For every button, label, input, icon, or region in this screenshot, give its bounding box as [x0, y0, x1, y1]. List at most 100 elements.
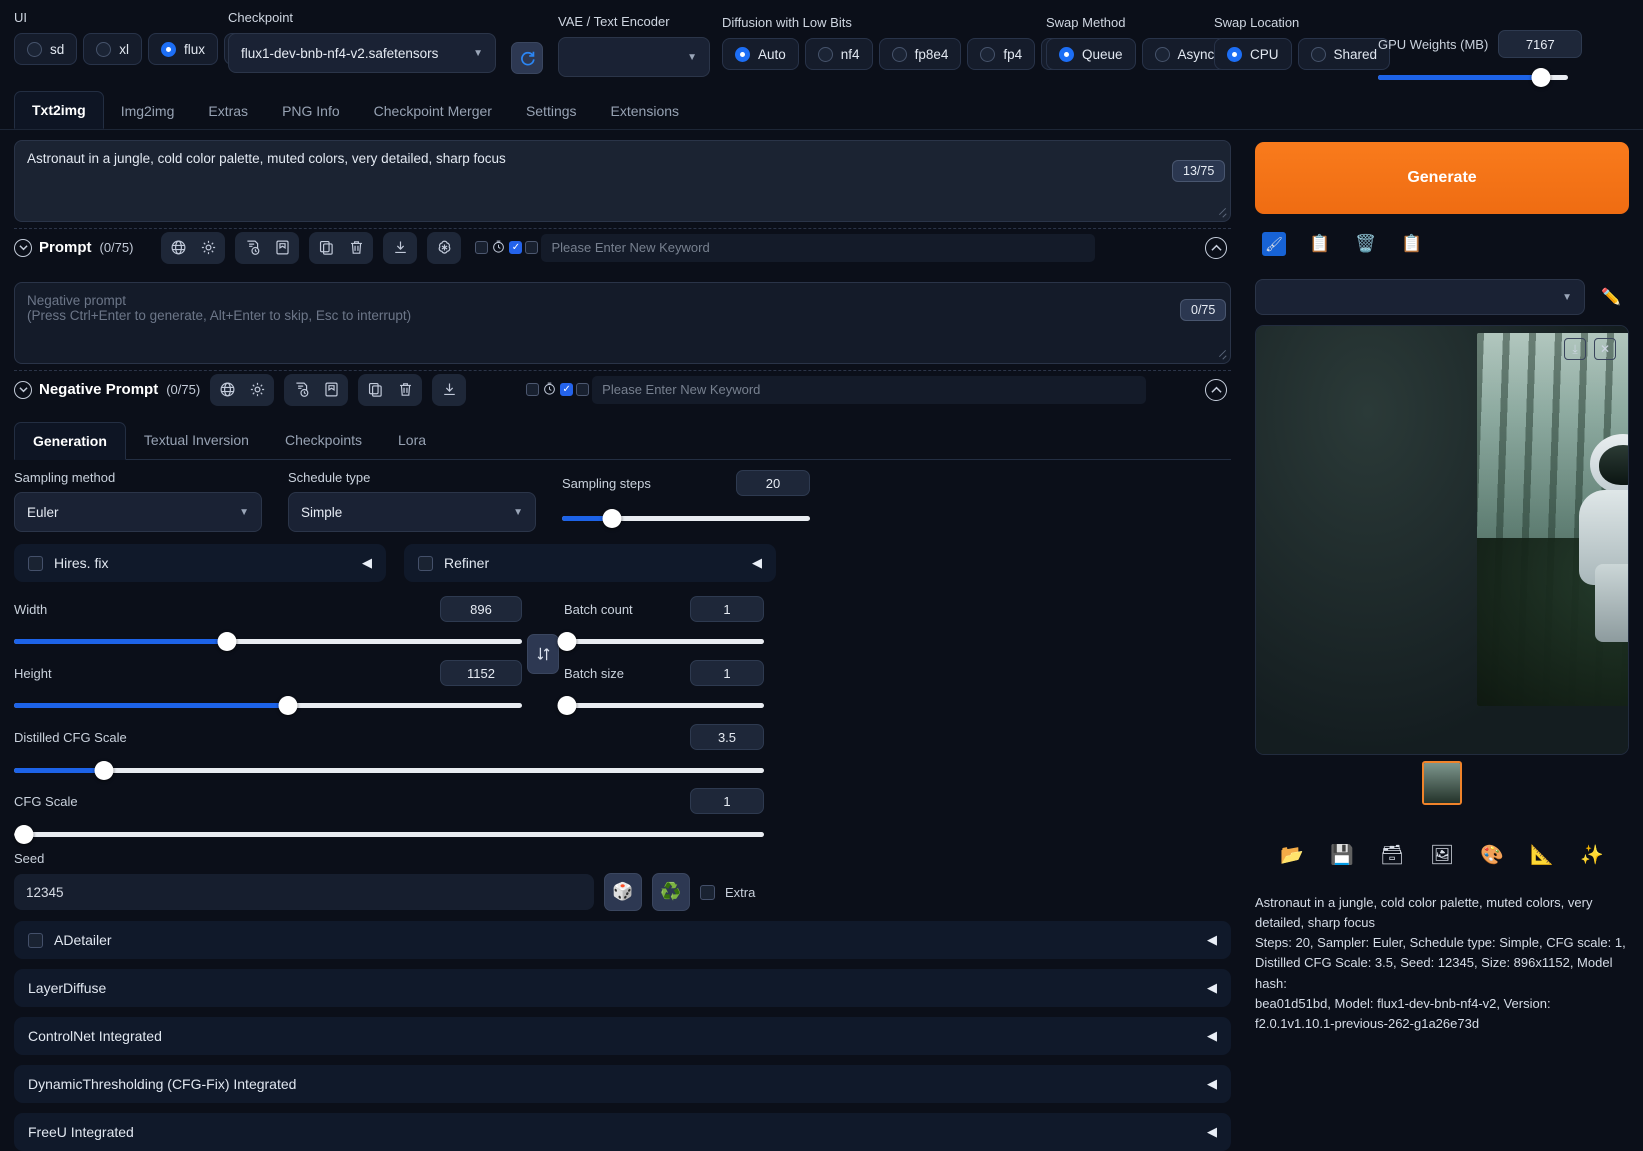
prompt-save-button[interactable] — [386, 235, 414, 261]
keyword-checkbox-2[interactable]: ✓ — [509, 241, 523, 254]
random-seed-button[interactable]: 🎲 — [604, 873, 642, 911]
openai-enhance-button[interactable] — [430, 235, 458, 261]
accordion-checkbox[interactable] — [28, 932, 43, 948]
swapl-radios-option-shared[interactable]: Shared — [1297, 38, 1391, 70]
keyword-checkbox-1[interactable] — [475, 241, 489, 254]
swapl-radios-option-cpu[interactable]: CPU — [1214, 38, 1292, 70]
lowbits-radios-option-auto[interactable]: Auto — [722, 38, 799, 70]
generation-tab-bar[interactable]: Generation Textual Inversion Checkpoints Lo… — [14, 422, 1231, 460]
edit-styles-button[interactable]: ✏️ — [1593, 279, 1629, 315]
prompt-history-button[interactable] — [238, 235, 266, 261]
sampling-method-dropdown[interactable]: Euler ▼ — [14, 492, 262, 532]
tab-checkpoint-merger[interactable]: Checkpoint Merger — [357, 93, 509, 129]
subtab-generation[interactable]: Generation — [14, 422, 126, 460]
gpu-weights-value[interactable]: 7167 — [1498, 30, 1583, 58]
batch-count-slider[interactable] — [557, 631, 764, 651]
neg-settings-button[interactable] — [243, 377, 271, 403]
resize-grip[interactable] — [1217, 350, 1227, 360]
prompt-collapse-button[interactable] — [1205, 237, 1227, 259]
lowbits-radios-option-fp4[interactable]: fp4 — [967, 38, 1036, 70]
accordion-dynamicthresholding-cfg-fix-integrated[interactable]: DynamicThresholding (CFG-Fix) Integrated… — [14, 1065, 1231, 1103]
batch-size-value[interactable]: 1 — [690, 660, 764, 686]
tab-txt2img[interactable]: Txt2img — [14, 91, 104, 129]
cfg-scale-slider[interactable] — [14, 824, 764, 844]
distilled-cfg-slider[interactable] — [14, 760, 764, 780]
tab-png-info[interactable]: PNG Info — [265, 93, 357, 129]
zip-archive-button[interactable]: 🗃 — [1372, 835, 1412, 875]
vae-dropdown[interactable]: ▼ — [558, 37, 710, 77]
styles-dropdown[interactable]: ▼ — [1255, 279, 1585, 315]
keyword-checkbox-2[interactable]: ✓ — [560, 383, 574, 396]
collapse-chevron-icon[interactable] — [14, 380, 32, 399]
clear-prompt-button[interactable]: 🗑️ — [1347, 225, 1385, 263]
accordion-freeu-integrated[interactable]: FreeU Integrated ◀ — [14, 1113, 1231, 1151]
extra-seed-checkbox[interactable] — [700, 884, 715, 900]
sampling-steps-slider[interactable] — [562, 508, 810, 528]
generated-image[interactable] — [1477, 333, 1628, 706]
keyword-timer-icon[interactable] — [542, 381, 557, 399]
collapse-chevron-icon[interactable] — [14, 238, 32, 257]
send-to-extras-button[interactable]: 📐 — [1522, 835, 1562, 875]
neg-history-button[interactable] — [287, 377, 315, 403]
width-slider[interactable] — [14, 631, 522, 651]
keyword-checkbox-1[interactable] — [526, 383, 540, 396]
interrogate-button[interactable]: 🖌 — [1255, 225, 1293, 263]
generate-button[interactable]: Generate — [1255, 142, 1629, 214]
ui-radios-option-sd[interactable]: sd — [14, 33, 78, 65]
hires-fix-checkbox[interactable] — [28, 555, 43, 571]
keyword-text-icon[interactable] — [576, 383, 590, 396]
close-image-button[interactable]: ✕ — [1594, 338, 1616, 360]
prompt-settings-button[interactable] — [194, 235, 222, 261]
lowbits-radios-option-fp8e4[interactable]: fp8e4 — [878, 38, 962, 70]
send-to-img2img-button[interactable]: 🖼 — [1422, 835, 1462, 875]
apply-styles-button[interactable]: 📋 — [1393, 225, 1431, 263]
ui-radios-option-flux[interactable]: flux — [148, 33, 219, 65]
swapm-radios-option-queue[interactable]: Queue — [1046, 38, 1136, 70]
keyword-text-icon[interactable] — [525, 241, 539, 254]
sampling-steps-value[interactable]: 20 — [736, 470, 810, 496]
tab-img2img[interactable]: Img2img — [104, 93, 192, 129]
hires-fix-accordion[interactable]: Hires. fix ◀ — [14, 544, 386, 582]
subtab-lora[interactable]: Lora — [380, 422, 444, 459]
translate-button[interactable] — [164, 235, 192, 261]
schedule-type-dropdown[interactable]: Simple ▼ — [288, 492, 536, 532]
prompt-textarea[interactable]: Astronaut in a jungle, cold color palett… — [14, 140, 1231, 222]
swap-location-radios[interactable]: CPU Shared — [1214, 38, 1391, 70]
prompt-clear-button[interactable] — [342, 235, 370, 261]
distilled-cfg-value[interactable]: 3.5 — [690, 724, 764, 750]
download-image-button[interactable]: ⤓ — [1564, 338, 1586, 360]
tab-extensions[interactable]: Extensions — [594, 93, 696, 129]
accordion-adetailer[interactable]: ADetailer ◀ — [14, 921, 1231, 959]
height-value[interactable]: 1152 — [440, 660, 522, 686]
refiner-checkbox[interactable] — [418, 555, 433, 571]
ui-radios-option-xl[interactable]: xl — [83, 33, 143, 65]
checkpoint-dropdown[interactable]: flux1-dev-bnb-nf4-v2.safetensors ▼ — [228, 33, 496, 73]
thumbnail-item[interactable] — [1422, 761, 1462, 805]
batch-size-slider[interactable] — [557, 695, 764, 715]
subtab-textual-inversion[interactable]: Textual Inversion — [126, 422, 267, 459]
seed-input[interactable]: 12345 — [14, 874, 594, 910]
swap-dimensions-button[interactable] — [527, 634, 559, 674]
main-tab-bar[interactable]: Txt2img Img2img Extras PNG Info Checkpoint M… — [0, 90, 1643, 130]
reuse-seed-button[interactable]: ♻️ — [652, 873, 690, 911]
floppy-save-button[interactable]: 💾 — [1322, 835, 1362, 875]
swap-method-radios[interactable]: Queue Async — [1046, 38, 1228, 70]
prompt-bookmark-button[interactable] — [268, 235, 296, 261]
refresh-checkpoint-button[interactable] — [511, 42, 543, 74]
tab-extras[interactable]: Extras — [191, 93, 265, 129]
batch-count-value[interactable]: 1 — [690, 596, 764, 622]
negative-keyword-input[interactable]: Please Enter New Keyword — [592, 375, 1147, 404]
neg-copy-button[interactable] — [361, 377, 389, 403]
subtab-checkpoints[interactable]: Checkpoints — [267, 422, 380, 459]
tab-settings[interactable]: Settings — [509, 93, 594, 129]
keyword-timer-icon[interactable] — [491, 239, 506, 257]
cfg-scale-value[interactable]: 1 — [690, 788, 764, 814]
negative-prompt-textarea[interactable]: Negative prompt (Press Ctrl+Enter to gen… — [14, 282, 1231, 364]
neg-save-button[interactable] — [435, 377, 463, 403]
lowbits-radios-option-nf4[interactable]: nf4 — [804, 38, 873, 70]
send-to-inpaint-button[interactable]: 🎨 — [1472, 835, 1512, 875]
refiner-accordion[interactable]: Refiner ◀ — [404, 544, 776, 582]
negative-collapse-button[interactable] — [1205, 379, 1227, 401]
paste-params-button[interactable]: 📋 — [1301, 225, 1339, 263]
width-value[interactable]: 896 — [440, 596, 522, 622]
